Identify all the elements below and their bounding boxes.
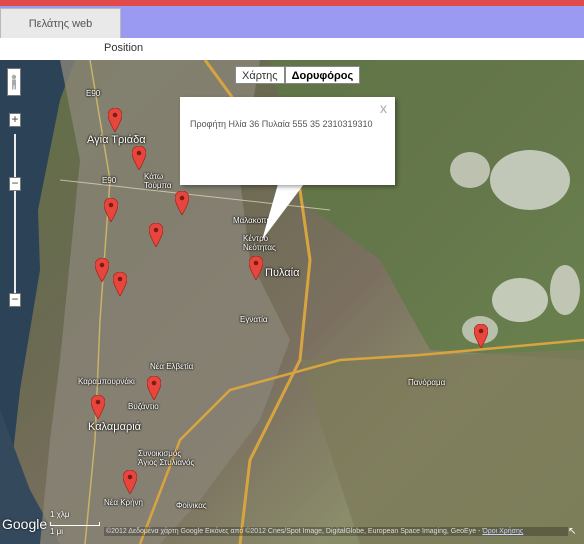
zoom-out-button[interactable]: − [9, 293, 21, 307]
map-marker[interactable] [148, 222, 164, 248]
area-label-malakopi: Μαλακοπή [233, 216, 271, 225]
map-marker[interactable] [174, 190, 190, 216]
map-marker[interactable] [103, 197, 119, 223]
map-marker[interactable] [122, 469, 138, 495]
map-marker[interactable] [473, 323, 489, 349]
area-label-pylaia: Πυλαία [265, 267, 300, 279]
infowindow-address: Προφήτη Ηλία 36 Πυλαία 555 35 2310319310 [190, 119, 373, 129]
area-label-kalamaria: Καλαμαριά [88, 421, 142, 433]
resize-arrow-icon[interactable]: ↖ [568, 526, 576, 537]
zoom-in-button[interactable]: + [9, 113, 21, 127]
area-label-nea-krini: Νέα Κρήνη [104, 498, 143, 507]
map-marker[interactable] [90, 394, 106, 420]
scale-bar [50, 522, 100, 526]
attribution-text: ©2012 Δεδομένα χάρτη Google Εικόνες από … [106, 528, 483, 535]
map-type-control: Χάρτης Δορυφόρος [235, 66, 361, 84]
area-label-vyzantio: Βυζάντιο [128, 402, 159, 411]
zoom-slider-handle[interactable]: − [9, 177, 21, 191]
infowindow-close-button[interactable]: x [380, 100, 387, 116]
map-attribution: ©2012 Δεδομένα χάρτη Google Εικόνες από … [104, 527, 568, 536]
tab-bar: Πελάτης web [0, 6, 584, 38]
terms-link[interactable]: Όροι Χρήσης [482, 528, 523, 535]
tab-web-client[interactable]: Πελάτης web [0, 8, 121, 38]
zoom-slider-track[interactable] [14, 134, 16, 299]
position-label: Position [104, 42, 144, 54]
area-label-panorama: Πανόραμα [408, 378, 446, 387]
map-type-roadmap-button[interactable]: Χάρτης [235, 66, 285, 84]
area-label-foinikas: Φοίνικας [176, 501, 207, 510]
scale-label-km: 1 χλμ [50, 510, 70, 519]
scale-label-mi: 1 μι [50, 527, 64, 536]
map-marker[interactable] [107, 107, 123, 133]
map-marker[interactable] [112, 271, 128, 297]
area-label-katw-toumpa: Κάτω Τούμπα [144, 172, 172, 190]
google-logo: Google [2, 516, 48, 532]
satellite-map[interactable]: E90 E90 Αγία Τριάδα Κάτω Τούμπα Μαλακοπή… [0, 60, 584, 544]
area-label-synoikismos: Συνοικισμός Άγιος Στυλιανός [138, 449, 195, 467]
map-marker[interactable] [94, 257, 110, 283]
map-type-satellite-button[interactable]: Δορυφόρος [284, 66, 361, 84]
area-label-kentro-neotitas: Κέντρο Νεότητας [243, 234, 276, 252]
road-label-egnatia: Εγνατία [240, 315, 268, 324]
position-row: Position [0, 38, 584, 60]
pegman-icon[interactable] [7, 68, 21, 96]
area-label-agia-triada: Αγία Τριάδα [87, 134, 146, 146]
map-marker-selected[interactable] [248, 255, 264, 281]
map-marker[interactable] [146, 375, 162, 401]
area-label-karampournaki: Καραμπουρνάκι [78, 377, 135, 386]
area-label-nea-elvetia: Νέα Ελβετία [150, 362, 194, 371]
road-label-e90: E90 [86, 89, 101, 98]
infowindow: x Προφήτη Ηλία 36 Πυλαία 555 35 23103193… [180, 97, 395, 185]
map-marker[interactable] [131, 145, 147, 171]
road-label-e90-2: E90 [102, 176, 117, 185]
